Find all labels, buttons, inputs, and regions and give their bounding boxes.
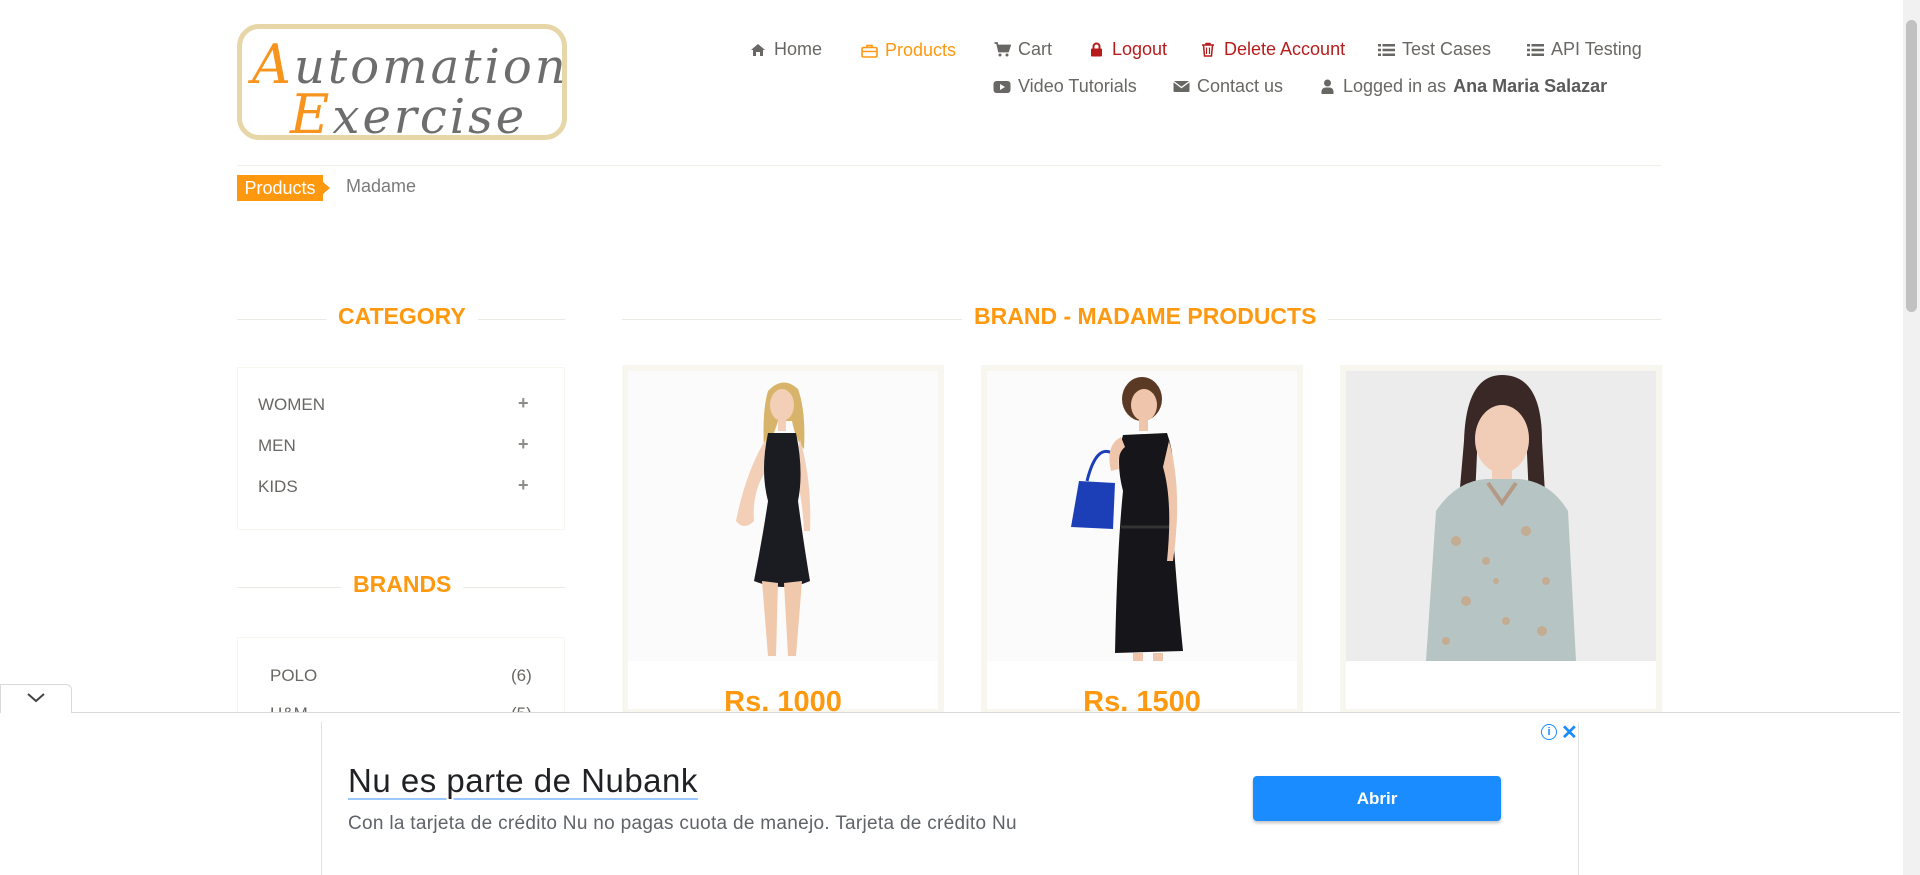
nav-home[interactable]: Home (749, 39, 822, 60)
info-icon[interactable]: i (1541, 724, 1557, 740)
close-icon[interactable]: ✕ (1561, 720, 1578, 745)
youtube-play-icon (993, 80, 1011, 94)
home-icon (749, 43, 767, 57)
plus-icon[interactable]: + (518, 434, 529, 455)
briefcase-icon (860, 44, 878, 58)
nav-video-tutorials[interactable]: Video Tutorials (993, 76, 1137, 97)
trash-icon (1199, 42, 1217, 57)
product-image (628, 371, 938, 661)
product-card (1340, 365, 1662, 715)
category-panel: WOMEN + MEN + KIDS + (237, 367, 565, 530)
nav-products[interactable]: Products (860, 40, 956, 61)
cart-icon (993, 42, 1011, 57)
breadcrumb-products[interactable]: Products (237, 175, 330, 201)
breadcrumb-current: Madame (346, 176, 417, 196)
ad-headline[interactable]: Nu es parte de Nubank (348, 762, 698, 800)
chevron-down-icon (27, 690, 45, 708)
category-women[interactable]: WOMEN (258, 395, 325, 415)
brands-title: BRANDS (341, 571, 464, 598)
vertical-scrollbar[interactable] (1903, 0, 1920, 875)
product-image (987, 371, 1297, 661)
list-icon (1377, 43, 1395, 57)
nav-delete-account[interactable]: Delete Account (1199, 39, 1345, 60)
ad-description[interactable]: Con la tarjeta de crédito Nu no pagas cu… (348, 813, 1017, 835)
category-men[interactable]: MEN (258, 436, 296, 456)
ad-collapse-button[interactable] (0, 684, 72, 713)
header-divider (237, 165, 1661, 166)
site-logo[interactable]: Automation Exercise (237, 24, 567, 146)
envelope-icon (1172, 80, 1190, 93)
main-title: BRAND - MADAME PRODUCTS (962, 303, 1329, 330)
logo-line-2: Exercise (290, 83, 528, 146)
user-icon (1318, 79, 1336, 94)
nav-contact-us[interactable]: Contact us (1172, 76, 1283, 97)
nav-test-cases[interactable]: Test Cases (1377, 39, 1491, 60)
product-image (1346, 371, 1656, 661)
lock-icon (1087, 42, 1105, 57)
plus-icon[interactable]: + (518, 393, 529, 414)
product-card (981, 365, 1303, 715)
ad-open-button[interactable]: Abrir (1253, 776, 1501, 821)
product-card (622, 365, 944, 715)
category-title: CATEGORY (326, 303, 478, 330)
brand-count: (6) (511, 666, 532, 685)
scrollbar-thumb[interactable] (1906, 20, 1917, 312)
category-kids[interactable]: KIDS (258, 477, 298, 497)
list-icon (1526, 43, 1544, 57)
nav-logout[interactable]: Logout (1087, 39, 1167, 60)
nav-cart[interactable]: Cart (993, 39, 1052, 60)
brand-polo[interactable]: POLO (270, 666, 317, 686)
logged-in-status: Logged in as Ana Maria Salazar (1318, 76, 1607, 97)
plus-icon[interactable]: + (518, 475, 529, 496)
nav-api-testing[interactable]: API Testing (1526, 39, 1642, 60)
logged-in-username: Ana Maria Salazar (1453, 76, 1608, 96)
